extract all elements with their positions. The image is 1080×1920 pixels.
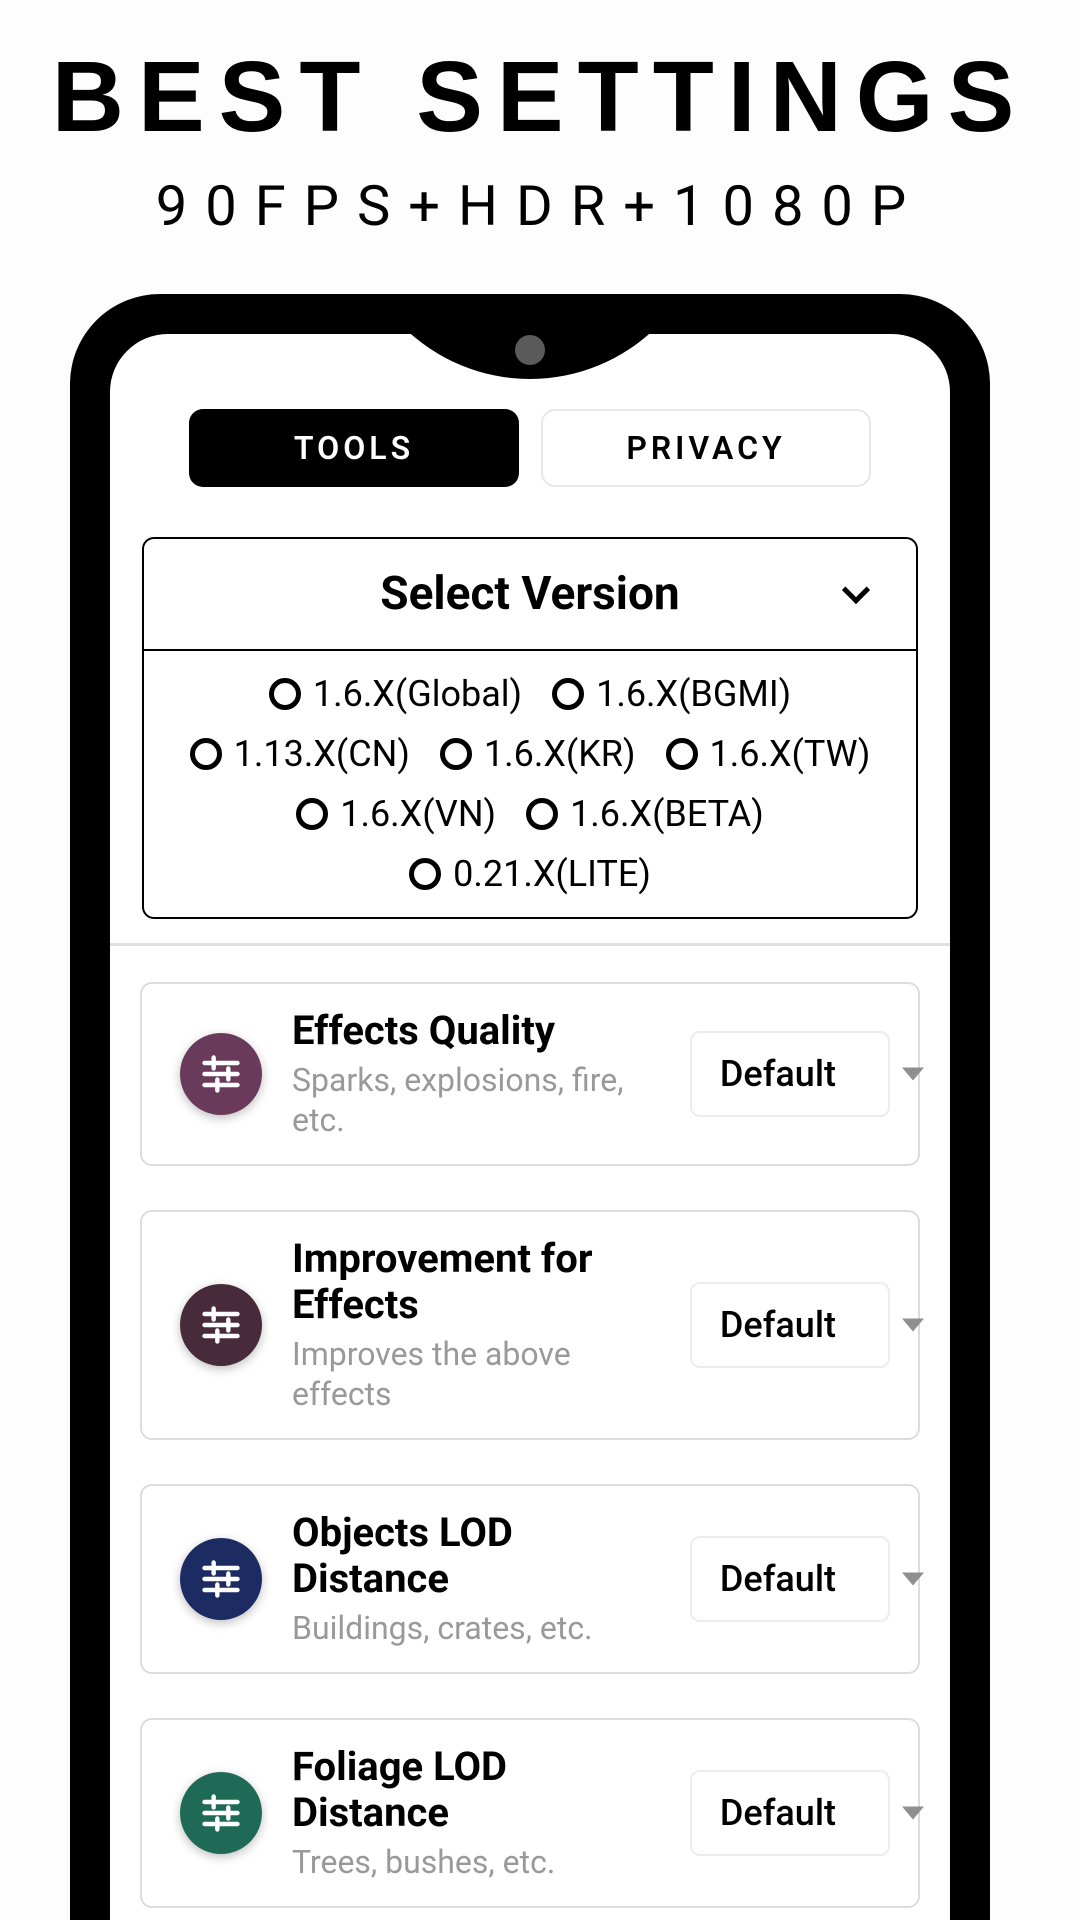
version-option-label: 1.6.X(KR) (484, 733, 636, 775)
version-option[interactable]: 0.21.X(LITE) (409, 853, 651, 895)
version-option[interactable]: 1.6.X(TW) (666, 733, 871, 775)
setting-desc: Buildings, crates, etc. (292, 1608, 660, 1648)
setting-card: Improvement for EffectsImproves the abov… (140, 1210, 920, 1440)
setting-icon (180, 1772, 262, 1854)
setting-select-value: Default (720, 1304, 836, 1346)
setting-card: Foliage LOD Distance Trees, bushes, etc. D… (140, 1718, 920, 1908)
page-subtitle: 90FPS+HDR+1080P (0, 173, 1080, 239)
radio-icon (526, 798, 558, 830)
setting-select[interactable]: Default (690, 1536, 890, 1622)
setting-title: Effects Quality (292, 1008, 660, 1054)
setting-select[interactable]: Default (690, 1770, 890, 1856)
chevron-down-icon (902, 1807, 924, 1820)
settings-list: Effects Quality Sparks, explosions, fire,… (140, 946, 920, 1908)
version-option-label: 1.6.X(TW) (710, 733, 871, 775)
setting-icon (180, 1284, 262, 1366)
setting-card: Objects LOD Distance Buildings, crates, e… (140, 1484, 920, 1674)
radio-icon (190, 738, 222, 770)
setting-text: Improvement for EffectsImproves the abov… (292, 1236, 660, 1414)
setting-text: Effects Quality Sparks, explosions, fire,… (292, 1008, 660, 1140)
setting-desc: Improves the above effects (292, 1334, 660, 1414)
sliders-icon (199, 1557, 243, 1601)
page-title: BEST SETTINGS (0, 40, 1080, 155)
phone-frame: TOOLS PRIVACY Select Version 1.6.X(Globa… (70, 294, 990, 1920)
setting-text: Foliage LOD Distance Trees, bushes, etc. (292, 1744, 660, 1882)
radio-icon (440, 738, 472, 770)
setting-card: Effects Quality Sparks, explosions, fire,… (140, 982, 920, 1166)
tab-privacy-label: PRIVACY (626, 429, 785, 467)
chevron-down-icon (902, 1068, 924, 1081)
setting-select[interactable]: Default (690, 1031, 890, 1117)
chevron-down-icon (842, 576, 870, 604)
sliders-icon (199, 1052, 243, 1096)
setting-title: Improvement for Effects (292, 1236, 660, 1328)
version-options: 1.6.X(Global) 1.6.X(BGMI) 1.13.X(CN) 1.6.X(… (144, 651, 916, 917)
radio-icon (296, 798, 328, 830)
version-option[interactable]: 1.6.X(BGMI) (552, 673, 791, 715)
radio-icon (552, 678, 584, 710)
page-header: BEST SETTINGS 90FPS+HDR+1080P (0, 0, 1080, 239)
version-option-label: 1.6.X(BETA) (570, 793, 764, 835)
tab-privacy[interactable]: PRIVACY (541, 409, 871, 487)
sliders-icon (199, 1791, 243, 1835)
sliders-icon (199, 1303, 243, 1347)
version-option-label: 1.13.X(CN) (234, 733, 410, 775)
version-option[interactable]: 1.6.X(KR) (440, 733, 636, 775)
setting-select-value: Default (720, 1792, 836, 1834)
setting-desc: Trees, bushes, etc. (292, 1842, 660, 1882)
setting-text: Objects LOD Distance Buildings, crates, e… (292, 1510, 660, 1648)
version-option[interactable]: 1.6.X(BETA) (526, 793, 764, 835)
version-selector: Select Version 1.6.X(Global)1.6.X(BGMI)1… (142, 537, 918, 919)
version-option[interactable]: 1.13.X(CN) (190, 733, 410, 775)
radio-icon (269, 678, 301, 710)
setting-select-value: Default (720, 1053, 836, 1095)
tab-tools-label: TOOLS (294, 429, 414, 467)
chevron-down-icon (902, 1573, 924, 1586)
setting-icon (180, 1538, 262, 1620)
tab-bar: TOOLS PRIVACY (140, 409, 920, 487)
version-option[interactable]: 1.6.X(VN) (296, 793, 496, 835)
version-header-label: Select Version (380, 567, 679, 621)
version-option-label: 1.6.X(Global) (313, 673, 522, 715)
setting-title: Objects LOD Distance (292, 1510, 660, 1602)
setting-icon (180, 1033, 262, 1115)
phone-screen: TOOLS PRIVACY Select Version 1.6.X(Globa… (110, 334, 950, 1920)
version-dropdown-header[interactable]: Select Version (144, 539, 916, 651)
setting-desc: Sparks, explosions, fire, etc. (292, 1060, 660, 1140)
version-option-label: 1.6.X(BGMI) (596, 673, 791, 715)
version-option-label: 0.21.X(LITE) (453, 853, 651, 895)
chevron-down-icon (902, 1319, 924, 1332)
setting-select-value: Default (720, 1558, 836, 1600)
radio-icon (666, 738, 698, 770)
radio-icon (409, 858, 441, 890)
setting-select[interactable]: Default (690, 1282, 890, 1368)
tab-tools[interactable]: TOOLS (189, 409, 519, 487)
setting-title: Foliage LOD Distance (292, 1744, 660, 1836)
version-option-label: 1.6.X(VN) (340, 793, 496, 835)
version-option[interactable]: 1.6.X(Global) (269, 673, 522, 715)
